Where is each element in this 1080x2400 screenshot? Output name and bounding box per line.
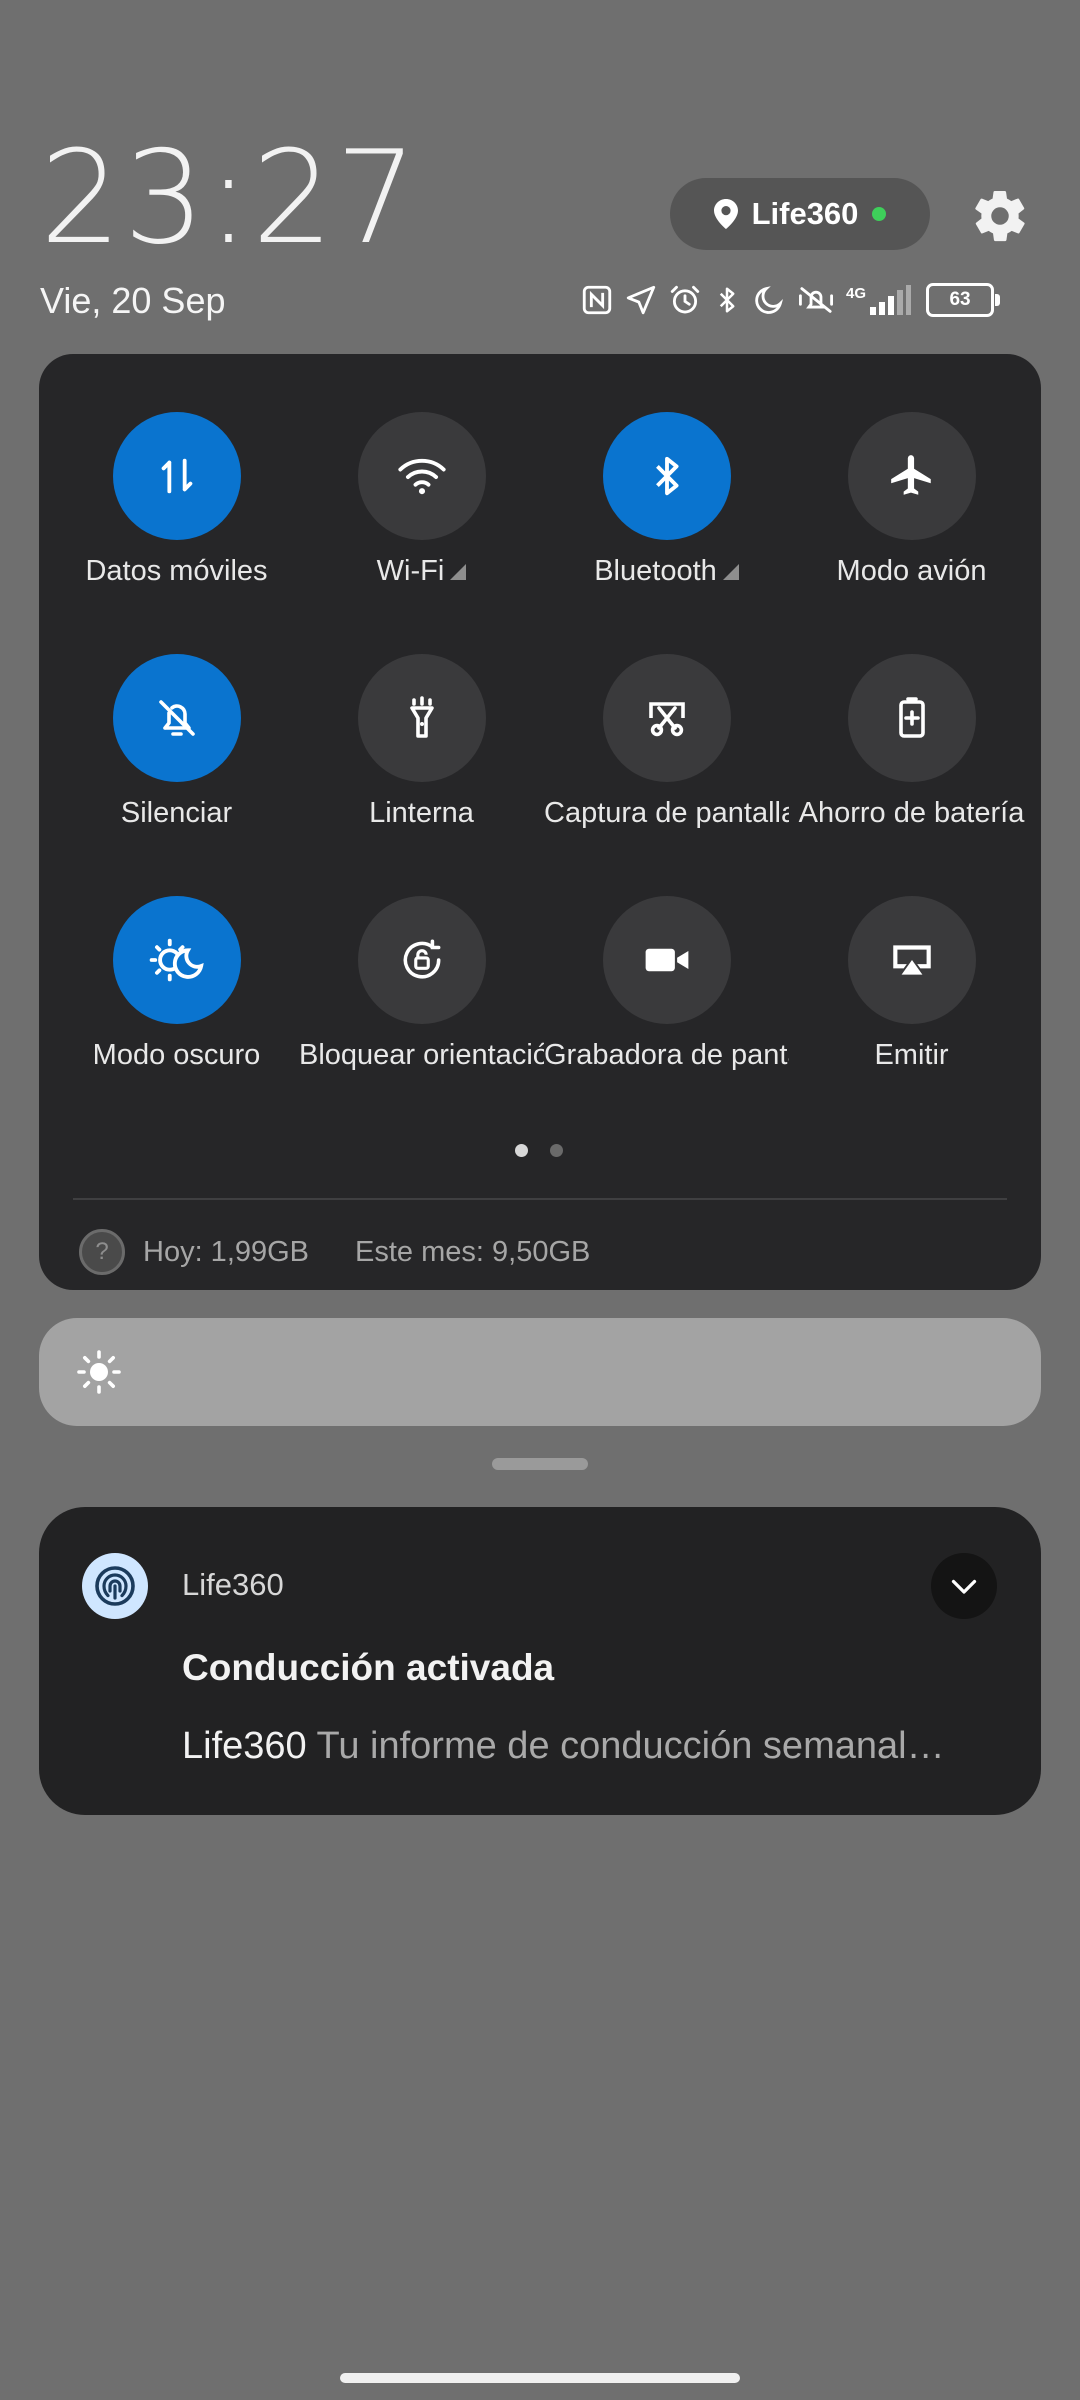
tile-label: Emitir (874, 1039, 949, 1071)
brightness-slider[interactable] (39, 1318, 1041, 1426)
life360-app-icon (82, 1553, 148, 1619)
moon-icon (755, 286, 784, 314)
tile-wifi[interactable]: Wi-Fi (299, 354, 544, 587)
tile-cast[interactable]: Emitir (789, 838, 1034, 1071)
nfc-icon (582, 285, 612, 315)
quick-settings-panel: Datos móviles Wi-Fi Bluetooth Modo avión… (39, 354, 1041, 1290)
notification-body: Life360 Tu informe de conducción semanal… (182, 1725, 1002, 1768)
alarm-icon (670, 285, 700, 314)
tile-label: Bluetooth (544, 555, 789, 588)
notification-card[interactable]: Life360 Conducción activada Life360 Tu i… (39, 1507, 1041, 1815)
notification-app-name: Life360 (182, 1567, 284, 1602)
tile-label: Grabadora de pantalla (544, 1039, 789, 1071)
gesture-navigation-bar[interactable] (340, 2373, 740, 2383)
cast-icon[interactable] (848, 896, 976, 1024)
notification-body-text: Tu informe de conducción semanal… (316, 1725, 945, 1767)
data-usage-month: Este mes: 9,50GB (355, 1235, 591, 1268)
video-camera-icon[interactable] (603, 896, 731, 1024)
chevron-down-icon[interactable] (931, 1553, 997, 1619)
tile-flashlight[interactable]: Linterna (299, 596, 544, 829)
location-status-dot (872, 207, 887, 221)
location-chip-label: Life360 (751, 196, 859, 231)
flashlight-icon[interactable] (358, 654, 486, 782)
notification-body-app: Life360 (182, 1725, 307, 1767)
page-dot (550, 1144, 563, 1157)
data-usage-row[interactable]: ? Hoy: 1,99GB Este mes: 9,50GB (79, 1224, 590, 1280)
tile-screenshot[interactable]: Captura de pantalla (544, 596, 789, 829)
airplane-icon[interactable] (848, 412, 976, 540)
page-indicator (515, 1144, 563, 1157)
tile-rotation-lock[interactable]: Bloquear orientación (299, 838, 544, 1071)
sun-icon (77, 1350, 121, 1394)
screenshot-icon[interactable] (603, 654, 731, 782)
wifi-icon[interactable] (358, 412, 486, 540)
tile-label: Linterna (369, 797, 474, 829)
tile-mobile-data[interactable]: Datos móviles (54, 354, 299, 587)
tile-airplane-mode[interactable]: Modo avión (789, 354, 1034, 587)
status-bar-icons: 4G 63 (580, 278, 1001, 322)
rotation-lock-icon[interactable] (358, 896, 486, 1024)
battery-saver-icon[interactable] (848, 654, 976, 782)
tile-label: Datos móviles (85, 555, 268, 587)
panel-divider (73, 1198, 1007, 1200)
dark-mode-icon[interactable] (113, 896, 241, 1024)
gear-icon[interactable] (970, 186, 1030, 246)
battery-indicator: 63 (926, 283, 1001, 317)
location-arrow-icon (626, 285, 656, 315)
bluetooth-icon[interactable] (603, 412, 731, 540)
tile-dark-mode[interactable]: Modo oscuro (54, 838, 299, 1071)
tile-silence[interactable]: Silenciar (54, 596, 299, 829)
mobile-data-icon[interactable] (113, 412, 241, 540)
tile-label: Silenciar (120, 797, 233, 829)
notification-title: Conducción activada (182, 1647, 555, 1688)
tile-label: Modo oscuro (92, 1039, 261, 1071)
tile-screen-recorder[interactable]: Grabadora de pantalla (544, 838, 789, 1071)
panel-drag-handle[interactable] (492, 1458, 588, 1470)
tile-label: Bloquear orientación (299, 1039, 544, 1071)
help-icon: ? (79, 1229, 125, 1275)
signal-icon (870, 285, 912, 315)
tile-label: Modo avión (836, 555, 987, 587)
page-dot (515, 1144, 528, 1157)
clock-date[interactable]: Vie, 20 Sep (40, 280, 225, 322)
location-pin-icon (713, 199, 738, 229)
bell-off-icon[interactable] (113, 654, 241, 782)
network-type-label: 4G (846, 284, 867, 302)
tile-bluetooth[interactable]: Bluetooth (544, 354, 789, 587)
tile-label: Captura de pantalla (544, 797, 789, 829)
tile-label: Wi-Fi (299, 555, 544, 588)
tile-battery-saver[interactable]: Ahorro de batería (789, 596, 1034, 829)
vibrate-off-icon (799, 287, 833, 313)
clock-time[interactable]: 23:27 (40, 135, 419, 263)
bluetooth-icon (719, 287, 735, 313)
location-sharing-chip[interactable]: Life360 (670, 178, 930, 250)
data-usage-today: Hoy: 1,99GB (143, 1235, 310, 1268)
tile-label: Ahorro de batería (798, 797, 1025, 829)
battery-level: 63 (949, 289, 971, 310)
